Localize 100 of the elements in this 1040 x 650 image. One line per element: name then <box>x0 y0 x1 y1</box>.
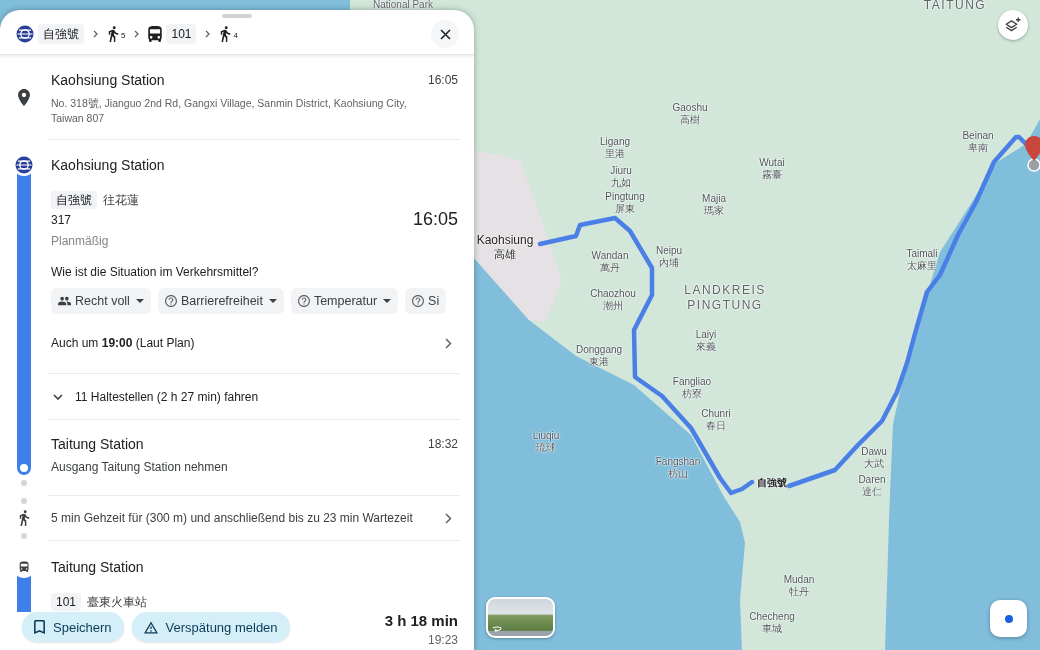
walk-minutes: 5 <box>121 31 126 40</box>
place-label-local: 內埔 <box>659 257 679 269</box>
region-label: LANDKREIS PINGTUNG <box>683 283 767 313</box>
place-label: Wutai <box>759 157 785 169</box>
stop-ring-icon <box>17 461 31 475</box>
feedback-chip[interactable]: Temperatur <box>290 288 399 314</box>
place-label-local: 達仁 <box>862 486 882 498</box>
place-label-local: 九如 <box>611 177 631 189</box>
place-label: Mudan <box>783 574 815 586</box>
place-label-local: 瑪家 <box>704 205 724 217</box>
place-label-local: 潮州 <box>603 300 623 312</box>
stop-name: Kaohsiung Station <box>51 157 165 173</box>
arrival-time: 19:23 <box>427 633 458 647</box>
place-label-local: 萬丹 <box>600 262 620 274</box>
walk-step-row[interactable]: 5 min Gehzeit für (300 m) und anschließend bis zu 23 min Wartezeit <box>51 496 458 540</box>
street-view-button[interactable] <box>486 597 555 638</box>
place-label-local: 高樹 <box>680 114 700 126</box>
feedback-chip[interactable]: Recht voll <box>51 288 151 314</box>
save-button[interactable]: Speichern <box>22 612 124 642</box>
place-label: Dawu <box>861 446 887 458</box>
dot-icon <box>21 480 27 486</box>
stops-toggle[interactable]: 11 Haltestellen (2 h 27 min) fahren <box>51 387 458 407</box>
place-label: National Park <box>373 0 433 11</box>
place-label: Kaohsiung <box>476 233 534 247</box>
bookmark-icon <box>34 620 45 634</box>
place-label-local: 枋山 <box>668 468 688 480</box>
place-label: Taimali <box>906 248 938 260</box>
place-label-local: 來義 <box>696 341 716 353</box>
caret-icon <box>268 299 277 303</box>
place-label-local: 卑南 <box>968 142 988 154</box>
place-label-local: 車城 <box>762 623 782 635</box>
train-logo-icon <box>16 25 34 43</box>
train-number: 317 <box>51 212 72 228</box>
place-label: Fangshan <box>655 456 701 468</box>
stop-name: Taitung Station <box>51 436 144 452</box>
exit-note: Ausgang Taitung Station nehmen <box>51 459 229 475</box>
stop-name: Taitung Station <box>51 559 144 575</box>
region-label: TAITUNG <box>923 0 987 13</box>
close-icon <box>439 28 451 40</box>
place-label-local: 屏東 <box>615 203 635 215</box>
schedule-status: Planmäßig <box>51 233 109 249</box>
walking-person-icon <box>18 510 30 526</box>
route-label: 自強號 <box>757 477 787 489</box>
location-pin-icon <box>18 89 30 106</box>
direction-text: 往花蓮 <box>103 191 139 209</box>
feedback-chip[interactable]: Si <box>405 288 447 314</box>
my-location-button[interactable] <box>990 600 1027 637</box>
stop-name: Kaohsiung Station <box>51 72 165 88</box>
caret-icon <box>135 299 144 303</box>
train-logo-icon <box>13 154 35 176</box>
place-label: Donggang <box>575 344 623 356</box>
feedback-question: Wie ist die Situation im Verkehrsmittel? <box>51 264 260 280</box>
line-label: 101 <box>51 593 82 611</box>
place-label: Checheng <box>749 611 795 623</box>
line-label: 自強號 <box>51 191 97 209</box>
departure-time: 16:05 <box>412 209 458 230</box>
chevron-right-icon <box>134 30 140 38</box>
close-button[interactable] <box>431 20 459 48</box>
place-label-local: 霧臺 <box>762 169 782 181</box>
alternative-departure-row[interactable]: Auch um 19:00 (Laut Plan) <box>51 328 458 358</box>
place-label-local: 琉球 <box>536 442 556 454</box>
line-label: 101 <box>166 24 197 44</box>
drag-handle[interactable] <box>222 14 252 18</box>
caret-icon <box>383 299 392 303</box>
place-label: Beinan <box>962 130 994 142</box>
place-label: Gaoshu <box>672 102 708 114</box>
help-icon <box>297 295 310 307</box>
departure-time: 16:05 <box>427 73 458 87</box>
stop-address: No. 318號, Jianguo 2nd Rd, Gangxi Village, Sanmin District, Kaohsiung City, Taiwan 807 <box>51 96 408 126</box>
warning-icon <box>143 620 158 634</box>
line-label: 自強號 <box>38 24 84 44</box>
rotate-icon <box>492 625 502 632</box>
place-label: Pingtung <box>605 191 645 203</box>
place-label-local: 東港 <box>589 356 609 368</box>
feedback-chip[interactable]: Barrierefreiheit <box>157 288 284 314</box>
place-label-local: 春日 <box>706 420 726 432</box>
place-label: Chunri <box>701 408 731 420</box>
place-label: Liuqiu <box>532 430 560 442</box>
place-label: Daren <box>858 474 886 486</box>
place-label-local: 高雄 <box>494 247 516 261</box>
report-delay-button[interactable]: Verspätung melden <box>131 612 290 642</box>
chevron-right-icon <box>93 30 98 38</box>
walking-person-icon <box>107 26 120 42</box>
place-label: Ligang <box>600 136 630 148</box>
direction-text: 臺東火車站 <box>87 593 148 611</box>
chevron-right-icon <box>445 337 452 349</box>
dot-icon <box>21 533 27 539</box>
place-label: Chaozhou <box>590 288 636 300</box>
help-icon <box>164 295 177 307</box>
people-icon <box>58 296 71 306</box>
place-label-local: 里港 <box>605 148 625 160</box>
place-label: Jiuru <box>610 165 632 177</box>
location-pin-icon[interactable] <box>1022 134 1040 174</box>
chevron-right-icon <box>205 30 211 38</box>
help-icon <box>412 295 425 307</box>
place-label: Neipu <box>655 245 683 257</box>
layers-icon <box>1004 16 1022 34</box>
bus-icon <box>148 26 163 42</box>
place-label-local: 枋寮 <box>682 388 702 400</box>
arrival-time: 18:32 <box>427 437 458 451</box>
